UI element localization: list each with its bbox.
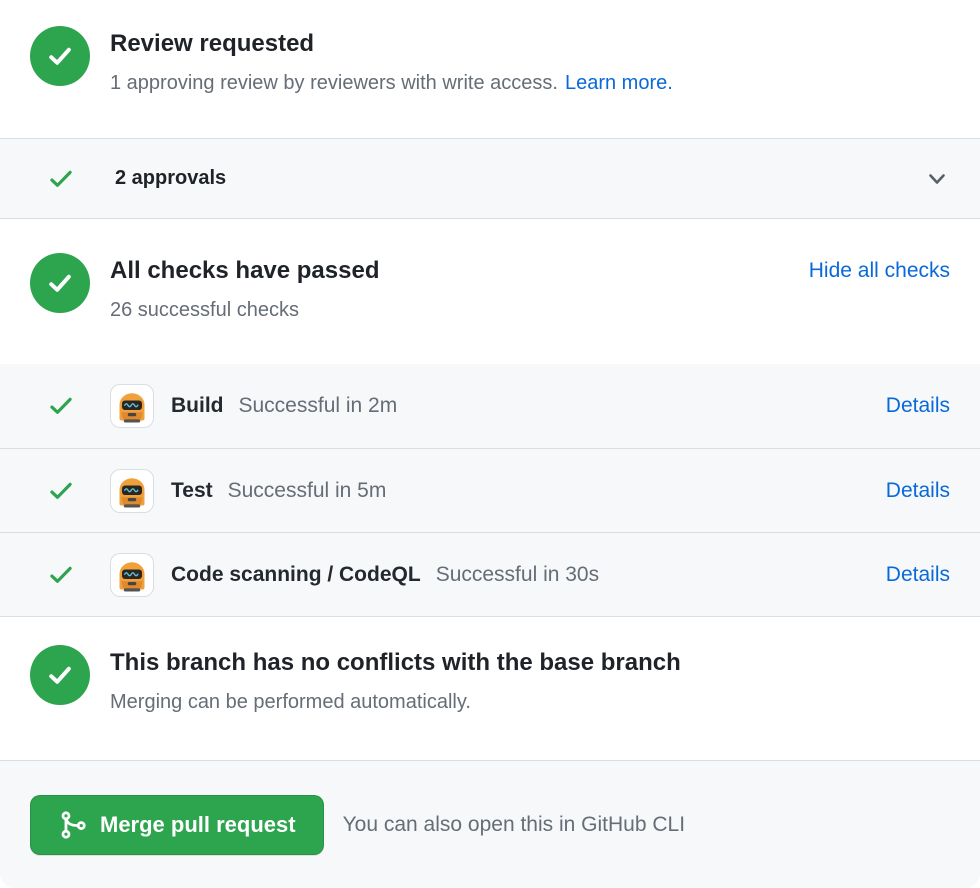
- check-row-test: Test Successful in 5m Details: [0, 448, 980, 532]
- check-list: Build Successful in 2m Details Test Succ…: [0, 364, 980, 617]
- merge-status-subtitle: Merging can be performed automatically.: [110, 688, 681, 716]
- robot-icon: [112, 555, 152, 595]
- check-icon: [44, 659, 76, 691]
- check-status: Successful in 30s: [436, 563, 599, 587]
- check-icon: [47, 165, 75, 193]
- review-requested-title: Review requested: [110, 28, 673, 60]
- approvals-accordion-row[interactable]: 2 approvals: [0, 138, 980, 219]
- learn-more-link[interactable]: Learn more.: [565, 72, 673, 94]
- checks-summary-title: All checks have passed: [110, 255, 379, 287]
- details-link[interactable]: Details: [886, 479, 950, 503]
- check-row-codeql: Code scanning / CodeQL Successful in 30s…: [0, 532, 980, 616]
- check-circle-icon: [30, 253, 90, 313]
- github-actions-bot-avatar: [110, 384, 154, 428]
- details-link[interactable]: Details: [886, 394, 950, 418]
- check-status: Successful in 2m: [239, 394, 398, 418]
- hide-all-checks-link[interactable]: Hide all checks: [809, 259, 950, 282]
- git-merge-icon: [58, 810, 88, 840]
- approvals-label: 2 approvals: [115, 167, 226, 190]
- check-status: Successful in 5m: [228, 479, 387, 503]
- check-row-build: Build Successful in 2m Details: [0, 364, 980, 448]
- review-requested-subtitle: 1 approving review by reviewers with wri…: [110, 72, 558, 94]
- check-name: Test: [171, 479, 213, 503]
- merge-status-title: This branch has no conflicts with the ba…: [110, 647, 681, 679]
- check-circle-icon: [30, 26, 90, 86]
- checks-summary-section: All checks have passed 26 successful che…: [0, 219, 980, 364]
- robot-icon: [112, 386, 152, 426]
- chevron-down-icon[interactable]: [924, 166, 950, 192]
- details-link[interactable]: Details: [886, 563, 950, 587]
- check-icon: [47, 561, 75, 589]
- check-name: Build: [171, 394, 224, 418]
- github-actions-bot-avatar: [110, 469, 154, 513]
- check-icon: [47, 392, 75, 420]
- review-requested-section: Review requested 1 approving review by r…: [0, 0, 980, 138]
- github-cli-hint: You can also open this in GitHub CLI: [343, 813, 685, 837]
- check-icon: [47, 477, 75, 505]
- pr-merge-box: Review requested 1 approving review by r…: [0, 0, 980, 888]
- check-circle-icon: [30, 645, 90, 705]
- check-icon: [44, 267, 76, 299]
- merge-status-section: This branch has no conflicts with the ba…: [0, 617, 980, 760]
- robot-icon: [112, 471, 152, 511]
- check-icon: [44, 40, 76, 72]
- check-name: Code scanning / CodeQL: [171, 563, 421, 587]
- merge-button-label: Merge pull request: [100, 812, 296, 838]
- merge-pull-request-button[interactable]: Merge pull request: [30, 795, 324, 855]
- merge-action-bar: Merge pull request You can also open thi…: [0, 760, 980, 888]
- checks-summary-subtitle: 26 successful checks: [110, 296, 379, 324]
- github-actions-bot-avatar: [110, 553, 154, 597]
